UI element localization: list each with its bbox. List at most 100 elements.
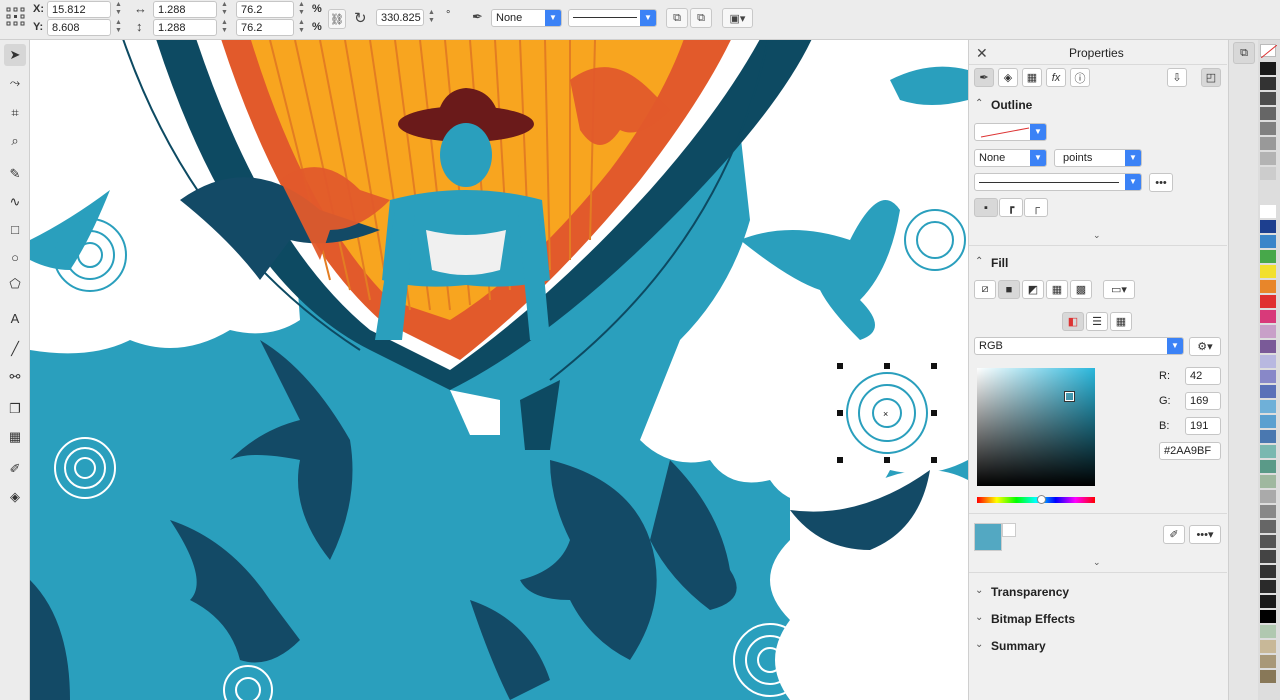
- color-viewer-button[interactable]: ◧: [1062, 312, 1084, 331]
- eyedropper-icon[interactable]: ✐: [1163, 525, 1185, 544]
- connector-tool-icon[interactable]: ⚯: [4, 366, 26, 388]
- palette-swatch[interactable]: [1260, 640, 1276, 653]
- color-settings-button[interactable]: ⚙▾: [1189, 337, 1221, 356]
- color-model-select[interactable]: RGB ▼: [974, 337, 1184, 355]
- wrap-text-button[interactable]: ▣▾: [722, 8, 753, 28]
- fountain-fill-button[interactable]: ◩: [1022, 280, 1044, 299]
- rotation-stepper[interactable]: ▲ ▼: [427, 9, 436, 26]
- b-value-field[interactable]: 191: [1185, 417, 1221, 435]
- color-picker-handle[interactable]: [1064, 391, 1075, 402]
- line-tool-icon[interactable]: ╱: [4, 338, 26, 360]
- palette-swatch[interactable]: [1260, 475, 1276, 488]
- palette-swatch[interactable]: [1260, 595, 1276, 608]
- corner-miter-button[interactable]: ▪: [974, 198, 998, 217]
- hue-slider-handle[interactable]: [1037, 495, 1046, 504]
- transparency-tool-icon[interactable]: ▦: [4, 426, 26, 448]
- palette-swatch[interactable]: [1260, 625, 1276, 638]
- ellipse-tool-icon[interactable]: ○: [4, 246, 26, 268]
- panel-options-icon[interactable]: ◰: [1201, 68, 1221, 87]
- summary-section-title[interactable]: Summary: [991, 639, 1046, 653]
- palette-swatch[interactable]: [1260, 235, 1276, 248]
- outline-color-dropdown[interactable]: ▼: [974, 123, 1047, 141]
- g-value-field[interactable]: 169: [1185, 392, 1221, 410]
- height-field[interactable]: 1.288: [153, 19, 217, 36]
- palette-swatch[interactable]: [1260, 610, 1276, 623]
- outline-width-select[interactable]: None ▼: [974, 149, 1047, 167]
- outline-collapse-icon[interactable]: ⌃: [975, 98, 983, 109]
- palette-swatch[interactable]: [1260, 445, 1276, 458]
- text-tool-icon[interactable]: A: [4, 307, 26, 329]
- shape-tool-icon[interactable]: ⤳: [4, 72, 26, 94]
- eyedropper-tool-icon[interactable]: ✐: [4, 458, 26, 480]
- scale-height-field[interactable]: 76.2: [236, 19, 294, 36]
- bitmap-effects-section-title[interactable]: Bitmap Effects: [991, 612, 1075, 626]
- more-options-button[interactable]: •••: [1149, 173, 1173, 192]
- export-icon[interactable]: ⇩: [1167, 68, 1187, 87]
- fill-color-swatch[interactable]: [974, 523, 1002, 551]
- artistic-media-icon[interactable]: ∿: [4, 191, 26, 213]
- palette-swatch[interactable]: [1260, 265, 1276, 278]
- transparency-section-title[interactable]: Transparency: [991, 585, 1069, 599]
- palette-swatch[interactable]: [1260, 107, 1276, 120]
- hex-value-field[interactable]: #2AA9BF: [1159, 442, 1221, 460]
- outline-style-select[interactable]: ▼: [974, 173, 1142, 191]
- fill-options-button[interactable]: ▭▾: [1103, 280, 1135, 299]
- palette-swatch[interactable]: [1260, 535, 1276, 548]
- fill-collapse-icon[interactable]: ⌃: [975, 256, 983, 267]
- height-stepper[interactable]: ▲ ▼: [220, 19, 229, 36]
- no-color-swatch-palette[interactable]: [1260, 44, 1278, 59]
- bitmap-effects-expand-icon[interactable]: ⌄: [975, 612, 983, 623]
- palette-swatch[interactable]: [1260, 370, 1276, 383]
- lock-ratio-button[interactable]: ⛓: [328, 9, 346, 29]
- palette-swatch[interactable]: [1260, 415, 1276, 428]
- corner-bevel-button[interactable]: ┌: [1024, 198, 1048, 217]
- palette-swatch[interactable]: [1260, 340, 1276, 353]
- texture-fill-button[interactable]: ▩: [1070, 280, 1092, 299]
- palette-swatch[interactable]: [1260, 137, 1276, 150]
- no-fill-button[interactable]: ⧄: [974, 280, 996, 299]
- palette-swatch[interactable]: [1260, 77, 1276, 90]
- y-position-field[interactable]: 8.608: [47, 19, 111, 36]
- palette-swatch[interactable]: [1260, 92, 1276, 105]
- r-value-field[interactable]: 42: [1185, 367, 1221, 385]
- crop-tool-icon[interactable]: ⌗: [4, 102, 26, 124]
- tab-summary[interactable]: ⓘ: [1070, 68, 1090, 87]
- polygon-tool-icon[interactable]: ⬠: [4, 273, 26, 295]
- palette-swatch[interactable]: [1260, 310, 1276, 323]
- to-back-button[interactable]: ⧉: [690, 8, 712, 28]
- y-stepper[interactable]: ▲ ▼: [114, 19, 123, 36]
- summary-expand-icon[interactable]: ⌄: [975, 639, 983, 650]
- scale-width-stepper[interactable]: ▲ ▼: [297, 1, 306, 18]
- palette-swatch[interactable]: [1260, 580, 1276, 593]
- fill-expand-icon[interactable]: ⌄: [1093, 557, 1101, 568]
- scale-height-stepper[interactable]: ▲ ▼: [297, 19, 306, 36]
- close-icon[interactable]: ✕: [976, 45, 988, 62]
- x-position-field[interactable]: 15.812: [47, 1, 111, 18]
- palette-swatch[interactable]: [1260, 295, 1276, 308]
- transparency-expand-icon[interactable]: ⌄: [975, 585, 983, 596]
- hue-slider[interactable]: [977, 495, 1095, 504]
- palette-swatch[interactable]: [1260, 62, 1276, 75]
- drawing-canvas[interactable]: ×: [30, 40, 968, 700]
- palette-swatch[interactable]: [1260, 325, 1276, 338]
- palette-swatch[interactable]: [1260, 505, 1276, 518]
- zoom-tool-icon[interactable]: ⌕: [4, 130, 26, 152]
- to-front-button[interactable]: ⧉: [666, 8, 688, 28]
- uniform-fill-button[interactable]: ■: [998, 280, 1020, 299]
- color-palette-button[interactable]: ▦: [1110, 312, 1132, 331]
- tab-outline[interactable]: ✒: [974, 68, 994, 87]
- palette-swatch[interactable]: [1260, 520, 1276, 533]
- palette-swatch[interactable]: [1260, 385, 1276, 398]
- color-sliders-button[interactable]: ☰: [1086, 312, 1108, 331]
- palette-swatch[interactable]: [1260, 565, 1276, 578]
- color-picker-area[interactable]: [977, 368, 1095, 486]
- reference-point-icon[interactable]: [4, 5, 26, 27]
- line-style-dropdown[interactable]: ▼: [568, 9, 657, 27]
- rectangle-tool-icon[interactable]: □: [4, 218, 26, 240]
- palette-swatch[interactable]: [1260, 220, 1276, 233]
- palette-swatch[interactable]: [1260, 670, 1276, 683]
- palette-swatch[interactable]: [1260, 655, 1276, 668]
- properties-docker-tab-icon[interactable]: ⧉: [1233, 42, 1255, 64]
- palette-swatch[interactable]: [1260, 122, 1276, 135]
- tab-effects[interactable]: fx: [1046, 68, 1066, 87]
